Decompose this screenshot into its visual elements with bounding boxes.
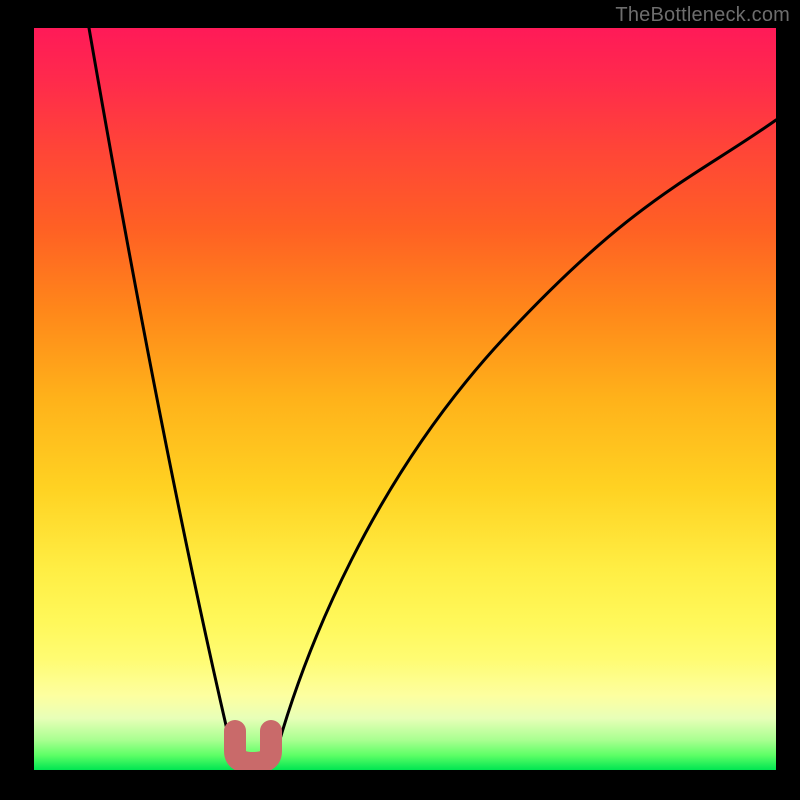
curve-left-branch	[89, 28, 235, 764]
hook-marker	[235, 731, 271, 763]
chart-svg	[34, 28, 776, 770]
chart-plot-area	[34, 28, 776, 770]
curve-right-branch	[273, 120, 776, 764]
watermark-text: TheBottleneck.com	[615, 4, 790, 27]
